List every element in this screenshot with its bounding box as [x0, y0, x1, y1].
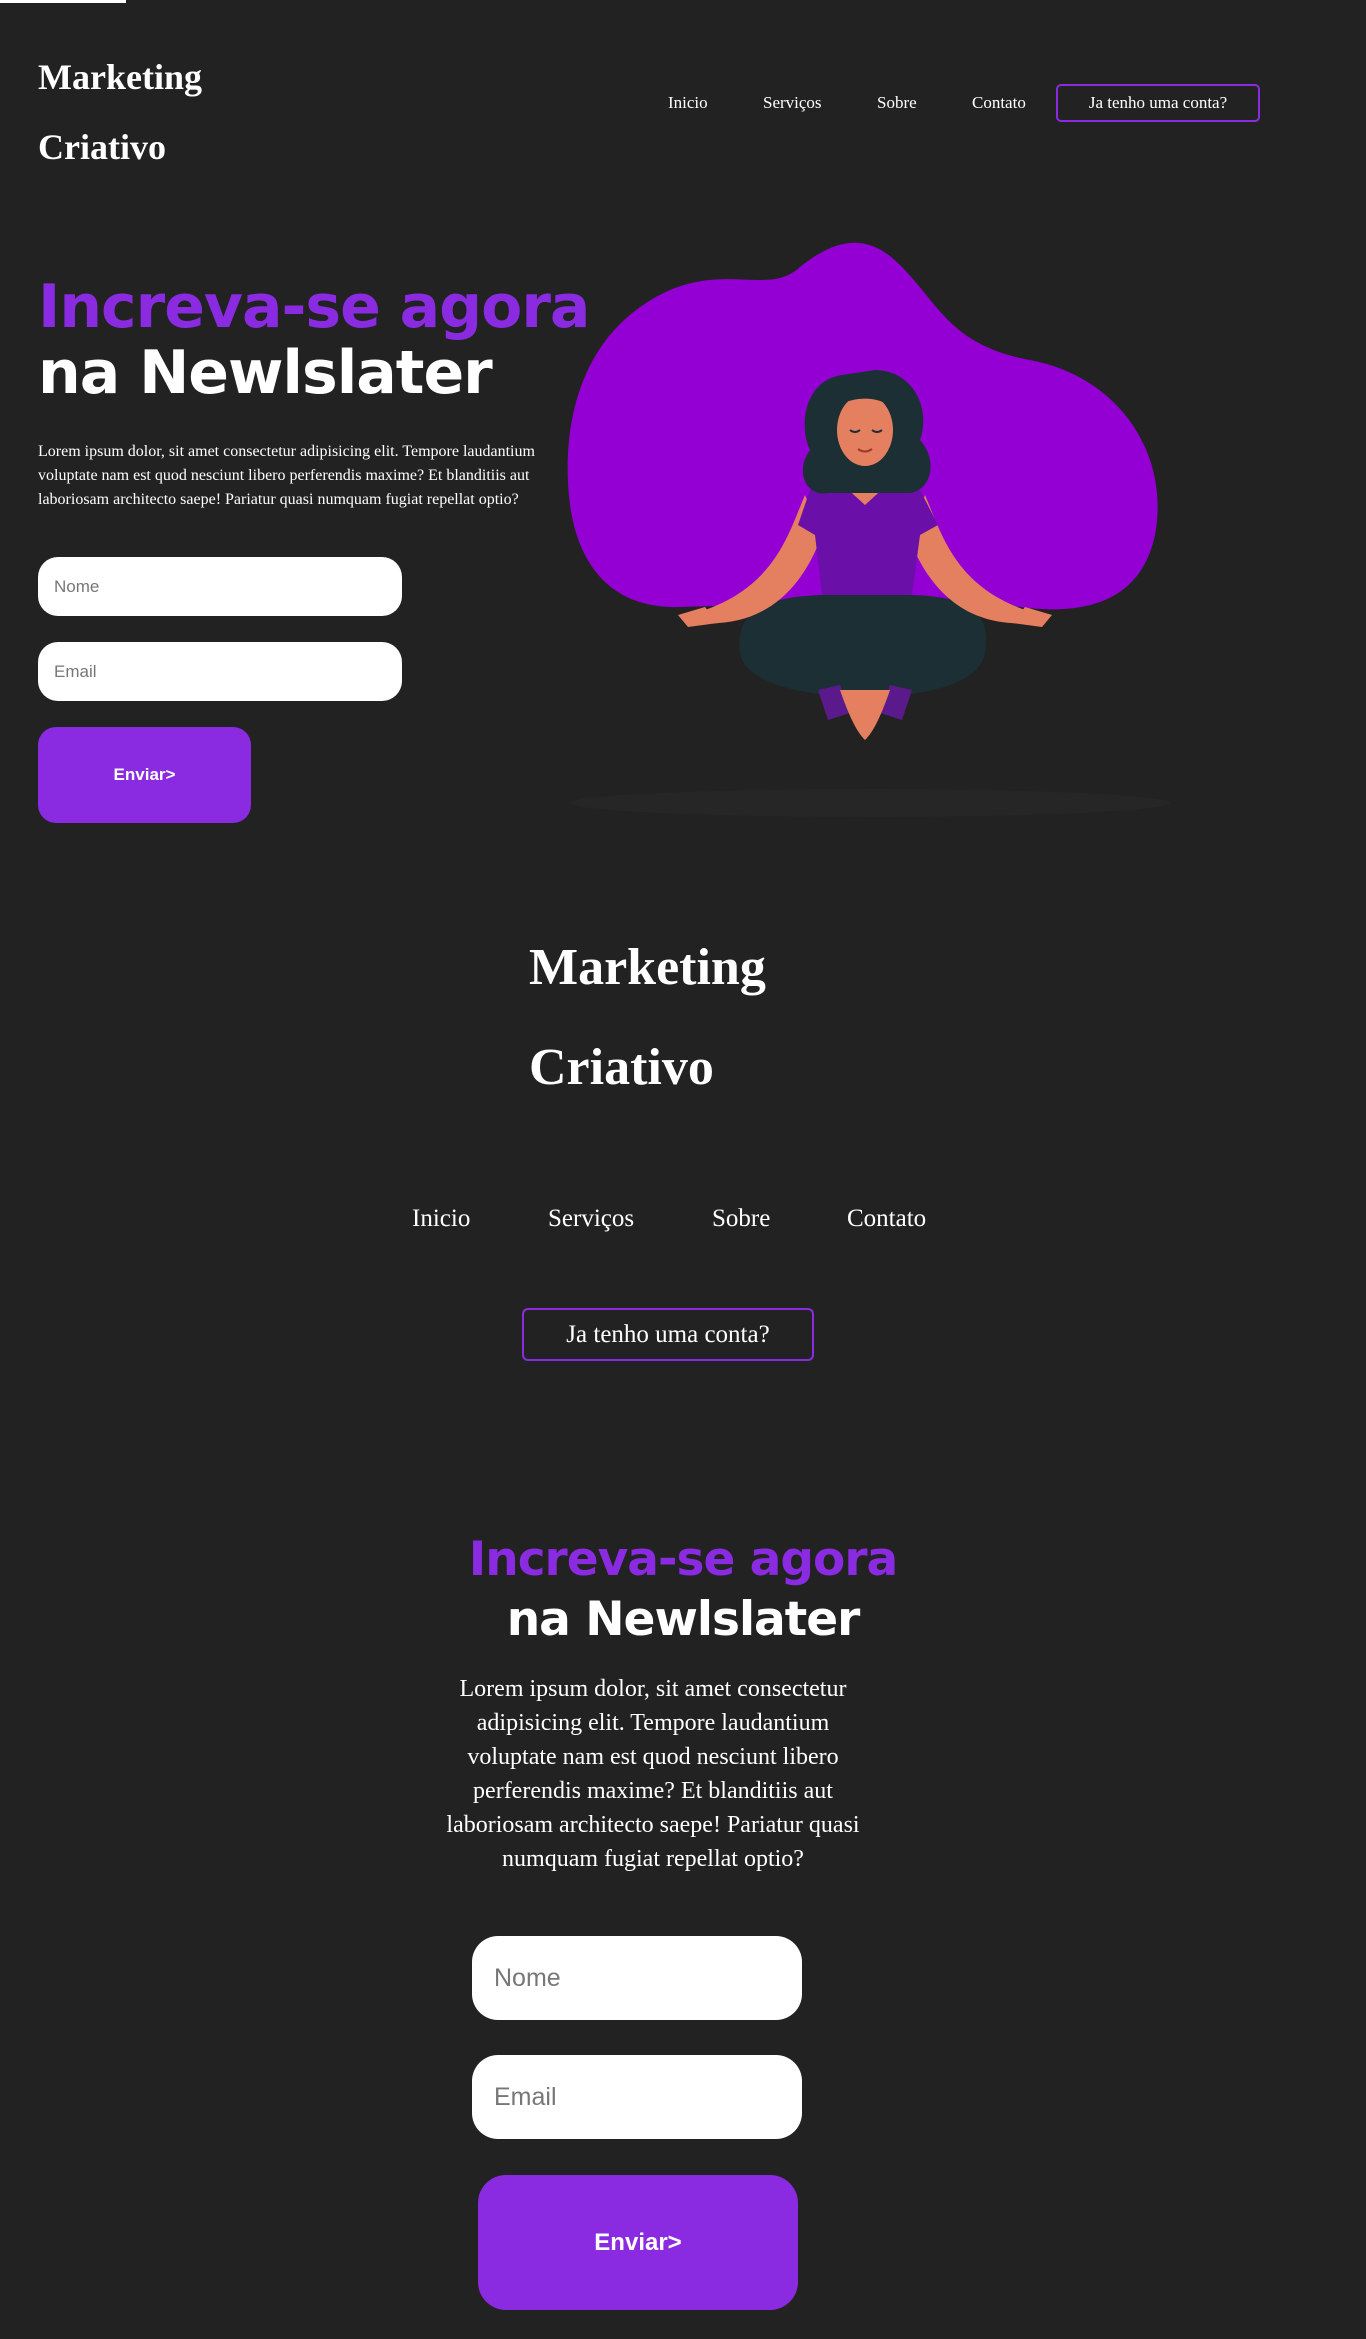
hero-title-mobile: Increva-se agora na Newlslater — [383, 1530, 983, 1650]
meditating-woman-illustration — [567, 242, 1170, 817]
feet — [840, 690, 890, 740]
email-input[interactable] — [472, 2055, 802, 2139]
nav-link-sobre[interactable]: Sobre — [712, 1197, 770, 1241]
name-input[interactable] — [472, 1936, 802, 2020]
nav-link-inicio[interactable]: Inicio — [668, 84, 708, 122]
hero-title-accent: Increva-se agora — [38, 272, 590, 342]
brand-line-2: Criativo — [38, 127, 166, 167]
submit-button[interactable]: Enviar> — [38, 727, 251, 823]
figure-legs — [739, 595, 987, 697]
brand-line-1: Marketing — [529, 939, 766, 996]
nav-link-servicos[interactable]: Serviços — [548, 1197, 634, 1241]
nav-link-servicos[interactable]: Serviços — [763, 84, 822, 122]
hero-description-mobile: Lorem ipsum dolor, sit amet consectetur … — [446, 1676, 860, 1872]
account-button[interactable]: Ja tenho uma conta? — [1056, 84, 1260, 122]
hero-title-main: na Newlslater — [506, 1592, 861, 1647]
figure-face — [837, 394, 893, 466]
submit-button[interactable]: Enviar> — [478, 2175, 798, 2310]
brand-line-2: Criativo — [529, 1039, 714, 1096]
nav-link-inicio[interactable]: Inicio — [412, 1197, 470, 1241]
hero-description: Lorem ipsum dolor, sit amet consectetur … — [38, 443, 535, 508]
nav-link-contato[interactable]: Contato — [847, 1197, 926, 1241]
hero-title-accent: Increva-se agora — [468, 1532, 898, 1587]
account-button[interactable]: Ja tenho uma conta? — [522, 1308, 814, 1361]
main-nav: Inicio Serviços Sobre Contato Ja tenho u… — [0, 84, 1366, 122]
hero-title: Increva-se agora na Newlslater — [38, 272, 590, 408]
nav-link-contato[interactable]: Contato — [972, 84, 1026, 122]
ground-shadow — [570, 789, 1170, 817]
name-input[interactable] — [38, 557, 402, 616]
hero-title-main: na Newlslater — [38, 338, 493, 408]
nav-link-sobre[interactable]: Sobre — [877, 84, 917, 122]
top-strip — [0, 0, 126, 3]
brand-logo-mobile[interactable]: Marketing Criativo — [529, 918, 766, 1118]
email-input[interactable] — [38, 642, 402, 701]
